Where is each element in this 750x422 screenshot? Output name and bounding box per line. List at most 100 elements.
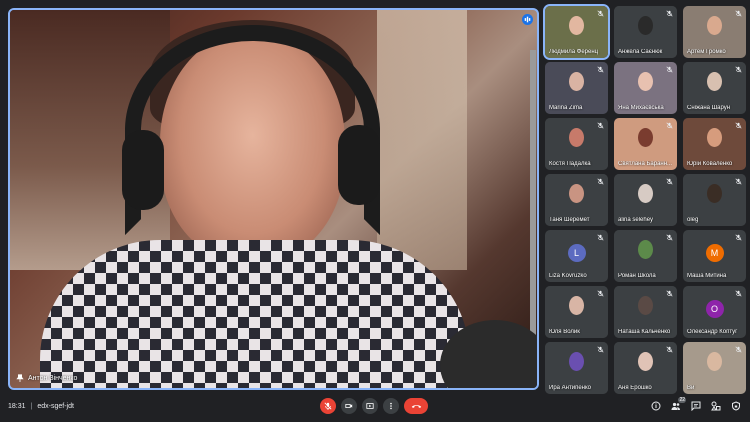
participant-tile[interactable]: Анжела Саєнюк [614, 6, 677, 58]
leave-call-button[interactable] [404, 398, 428, 414]
participant-tile[interactable]: Ви [683, 342, 746, 394]
headphone-right-cup [338, 125, 380, 205]
mic-off-icon [597, 234, 604, 241]
participants-button[interactable]: 22 [670, 397, 686, 412]
participant-face [569, 184, 584, 203]
participant-tile[interactable]: Святлана Баранн... [614, 118, 677, 170]
participant-face [638, 16, 653, 35]
camera-icon [345, 404, 353, 408]
participant-face [638, 72, 653, 91]
shield-lock-icon [732, 401, 740, 411]
main-speaker-name: Антон Зінченко [28, 374, 78, 382]
headphone-left-cup [122, 130, 164, 210]
participant-tile[interactable]: Костя Падалка [545, 118, 608, 170]
headphones [125, 25, 380, 235]
participant-face [638, 184, 653, 203]
participant-face [638, 296, 653, 315]
participant-tile[interactable]: L Liza Kovruzko [545, 230, 608, 282]
pin-icon[interactable] [16, 374, 24, 382]
participant-name: Олександр Коптуг [687, 329, 738, 335]
participant-avatar: M [705, 244, 724, 262]
participant-name: Людмила Ференц [549, 49, 599, 55]
participant-name: Анжела Саєнюк [618, 49, 663, 55]
activities-button[interactable] [710, 400, 722, 412]
participant-name: Юля Волик [549, 329, 580, 335]
mic-off-icon [735, 346, 742, 353]
participant-avatar: L [567, 244, 586, 262]
mic-off-icon [735, 234, 742, 241]
participant-name: Таня Шеремет [549, 217, 590, 223]
participant-name: Наташа Кальченко [618, 329, 671, 335]
participant-face [707, 16, 722, 35]
participant-tile[interactable]: О Олександр Коптуг [683, 286, 746, 338]
participant-face [638, 240, 653, 259]
participant-name: Аня Ерошко [618, 385, 652, 391]
speaking-indicator-icon [522, 14, 533, 25]
participant-tile[interactable]: alina selehey [614, 174, 677, 226]
participant-tile[interactable]: Сніжана Шарун [683, 62, 746, 114]
participant-tile[interactable]: M Маша Митина [683, 230, 746, 282]
participant-tile[interactable]: Юля Волик [545, 286, 608, 338]
mic-off-icon [666, 346, 673, 353]
mic-off-icon [735, 122, 742, 129]
meeting-info: 18:31 | edx-sgef-jdt [8, 403, 74, 410]
mic-off-icon [666, 122, 673, 129]
present-screen-icon [366, 403, 374, 409]
side-tools: 22 [650, 397, 742, 412]
mic-off-icon [666, 66, 673, 73]
participant-face [707, 352, 722, 371]
activities-shapes-icon [711, 401, 721, 411]
mic-toggle-button[interactable] [320, 398, 336, 414]
participant-face [569, 296, 584, 315]
main-speaker-video[interactable]: Антон Зінченко [8, 8, 539, 390]
speaker-shirt [40, 240, 470, 388]
participant-tile[interactable]: Яна Михаєвська [614, 62, 677, 114]
more-vert-icon [390, 402, 392, 410]
participant-face [638, 352, 653, 371]
participant-face [569, 352, 584, 371]
participant-tile[interactable]: Наташа Кальченко [614, 286, 677, 338]
participant-tile[interactable]: Таня Шеремет [545, 174, 608, 226]
mic-off-icon [597, 66, 604, 73]
present-button[interactable] [362, 398, 378, 414]
hang-up-icon [411, 405, 421, 408]
participant-name: Ира Антипенко [549, 385, 591, 391]
participant-tile[interactable]: Аня Ерошко [614, 342, 677, 394]
participant-name: Роман Школа [618, 273, 656, 279]
participant-face [707, 128, 722, 147]
participant-name: Юрій Коваленко [687, 161, 733, 167]
participant-name: Liza Kovruzko [549, 273, 587, 279]
participant-tile[interactable]: Marina Zima [545, 62, 608, 114]
participant-tile[interactable]: Ира Антипенко [545, 342, 608, 394]
participant-tile[interactable]: Людмила Ференц [543, 4, 610, 60]
meeting-details-button[interactable] [650, 400, 662, 412]
chat-button[interactable] [690, 400, 702, 412]
call-controls [320, 398, 428, 414]
mic-stand [530, 50, 536, 340]
meeting-code: edx-sgef-jdt [37, 403, 74, 410]
participant-name: Яна Михаєвська [618, 105, 664, 111]
more-options-button[interactable] [383, 398, 399, 414]
participant-name: Артем Громко [687, 49, 726, 55]
mic-off-icon [597, 290, 604, 297]
mic-off-icon [597, 122, 604, 129]
participant-name: alina selehey [618, 217, 654, 223]
mic-off-icon [597, 10, 604, 17]
bottom-toolbar: 18:31 | edx-sgef-jdt 22 [0, 395, 750, 422]
participants-count-badge: 22 [678, 397, 686, 403]
host-controls-button[interactable] [730, 400, 742, 412]
participant-name: Сніжана Шарун [687, 105, 731, 111]
mic-off-icon [666, 178, 673, 185]
mic-off-icon [324, 402, 332, 410]
participant-name: oleg [687, 217, 699, 223]
participant-tile[interactable]: Артем Громко [683, 6, 746, 58]
participant-face [638, 128, 653, 147]
separator: | [30, 403, 33, 410]
participant-face [569, 72, 584, 91]
participant-tile[interactable]: Роман Школа [614, 230, 677, 282]
participant-tile[interactable]: oleg [683, 174, 746, 226]
participant-tile[interactable]: Юрій Коваленко [683, 118, 746, 170]
participant-name: Ви [687, 385, 695, 391]
camera-toggle-button[interactable] [341, 398, 357, 414]
main-speaker-name-tag: Антон Зінченко [16, 374, 77, 382]
